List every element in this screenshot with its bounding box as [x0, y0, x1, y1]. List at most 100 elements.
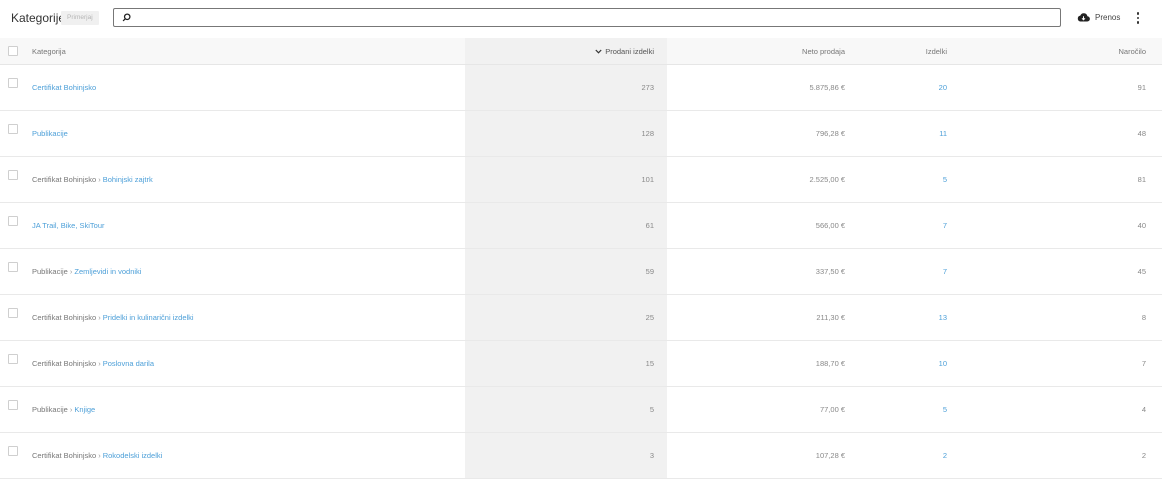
sold-cell: 273	[465, 64, 667, 111]
products-link[interactable]: 13	[939, 313, 947, 322]
category-link[interactable]: Poslovna darila	[103, 359, 154, 368]
net-sales-cell: 2.525,00 €	[667, 156, 857, 203]
sort-descending-icon	[595, 49, 602, 54]
breadcrumb-separator: ›	[69, 405, 73, 414]
row-checkbox-cell	[0, 156, 22, 203]
parent-category: Publikacije	[32, 405, 68, 414]
breadcrumb-separator: ›	[98, 175, 101, 184]
table-header-row: Kategorija Prodani izdelki Neto prodaja …	[0, 38, 1162, 65]
products-link[interactable]: 10	[939, 359, 947, 368]
orders-cell: 8	[997, 294, 1162, 341]
column-header-products[interactable]: Izdelki	[857, 38, 997, 65]
category-cell: Certifikat Bohinjsko › Poslovna darila	[22, 340, 465, 387]
category-link[interactable]: Publikacije	[32, 129, 68, 138]
table-row: Publikacije › Knjige 5 77,00 € 5 4	[0, 386, 1162, 433]
products-link[interactable]: 2	[943, 451, 947, 460]
net-sales-cell: 211,30 €	[667, 294, 857, 341]
export-button[interactable]: Prenos	[1077, 12, 1120, 22]
products-cell: 11	[857, 110, 997, 157]
select-all-checkbox[interactable]	[8, 46, 18, 56]
parent-category: Certifikat Bohinjsko	[32, 451, 97, 460]
breadcrumb-separator: ›	[98, 451, 101, 460]
row-checkbox-cell	[0, 248, 22, 295]
row-checkbox[interactable]	[8, 353, 18, 364]
row-checkbox-cell	[0, 202, 22, 249]
products-cell: 13	[857, 294, 997, 341]
net-sales-cell: 77,00 €	[667, 386, 857, 433]
row-checkbox[interactable]	[8, 77, 18, 88]
page-title: Kategorije	[11, 11, 66, 25]
sold-cell: 3	[465, 432, 667, 479]
parent-category: Publikacije	[32, 267, 68, 276]
products-link[interactable]: 20	[939, 83, 947, 92]
category-link[interactable]: Rokodelski izdelki	[103, 451, 163, 460]
table-row: Certifikat Bohinjsko 273 5.875,86 € 20 9…	[0, 64, 1162, 111]
orders-cell: 7	[997, 340, 1162, 387]
table-row: Certifikat Bohinjsko › Pridelki in kulinar…	[0, 294, 1162, 341]
categories-table: Kategorija Prodani izdelki Neto prodaja …	[0, 38, 1162, 479]
compare-button[interactable]: Primerjaj	[61, 11, 99, 25]
column-header-sold[interactable]: Prodani izdelki	[465, 38, 667, 65]
column-header-orders[interactable]: Naročilo	[997, 38, 1162, 65]
category-cell: Certifikat Bohinjsko › Rokodelski izdelki	[22, 432, 465, 479]
orders-cell: 91	[997, 64, 1162, 111]
net-sales-cell: 337,50 €	[667, 248, 857, 295]
parent-category: Certifikat Bohinjsko	[32, 175, 97, 184]
products-link[interactable]: 7	[943, 267, 947, 276]
net-sales-cell: 5.875,86 €	[667, 64, 857, 111]
products-link[interactable]: 11	[939, 129, 947, 138]
products-cell: 10	[857, 340, 997, 387]
category-link[interactable]: Certifikat Bohinjsko	[32, 83, 96, 92]
table-row: Publikacije 128 796,28 € 11 48	[0, 110, 1162, 157]
search-input[interactable]	[136, 10, 1040, 27]
net-sales-cell: 107,28 €	[667, 432, 857, 479]
products-link[interactable]: 7	[943, 221, 947, 230]
row-checkbox-cell	[0, 432, 22, 479]
category-cell: Certifikat Bohinjsko	[22, 64, 465, 111]
select-all-checkbox-cell	[0, 38, 22, 65]
breadcrumb-separator: ›	[69, 267, 73, 276]
category-cell: Certifikat Bohinjsko › Bohinjski zajtrk	[22, 156, 465, 203]
orders-cell: 81	[997, 156, 1162, 203]
row-checkbox[interactable]	[8, 261, 18, 272]
row-checkbox-cell	[0, 386, 22, 433]
table-row: JA Trail, Bike, SkiTour 61 566,00 € 7 40	[0, 202, 1162, 249]
sold-cell: 5	[465, 386, 667, 433]
search-icon	[122, 13, 131, 22]
top-bar: Kategorije Primerjaj Prenos	[0, 0, 1162, 39]
row-checkbox-cell	[0, 340, 22, 387]
products-link[interactable]: 5	[943, 405, 947, 414]
category-link[interactable]: Pridelki in kulinarični izdelki	[103, 313, 194, 322]
row-checkbox-cell	[0, 64, 22, 111]
net-sales-cell: 188,70 €	[667, 340, 857, 387]
category-link[interactable]: Zemljevidi in vodniki	[74, 267, 141, 276]
breadcrumb-separator: ›	[98, 313, 101, 322]
category-cell: Publikacije › Zemljevidi in vodniki	[22, 248, 465, 295]
orders-cell: 45	[997, 248, 1162, 295]
row-checkbox[interactable]	[8, 169, 18, 180]
row-checkbox[interactable]	[8, 445, 18, 456]
category-cell: JA Trail, Bike, SkiTour	[22, 202, 465, 249]
products-cell: 7	[857, 202, 997, 249]
sold-cell: 61	[465, 202, 667, 249]
products-cell: 7	[857, 248, 997, 295]
column-header-net[interactable]: Neto prodaja	[667, 38, 857, 65]
category-link[interactable]: JA Trail, Bike, SkiTour	[32, 221, 105, 230]
products-link[interactable]: 5	[943, 175, 947, 184]
sold-cell: 128	[465, 110, 667, 157]
cloud-download-icon	[1077, 13, 1090, 22]
row-checkbox[interactable]	[8, 399, 18, 410]
net-sales-cell: 566,00 €	[667, 202, 857, 249]
row-checkbox-cell	[0, 110, 22, 157]
row-checkbox[interactable]	[8, 123, 18, 134]
column-header-category[interactable]: Kategorija	[22, 38, 465, 65]
category-link[interactable]: Bohinjski zajtrk	[103, 175, 153, 184]
table-row: Publikacije › Zemljevidi in vodniki 59 337…	[0, 248, 1162, 295]
category-link[interactable]: Knjige	[74, 405, 95, 414]
products-cell: 5	[857, 386, 997, 433]
table-row: Certifikat Bohinjsko › Poslovna darila 15 …	[0, 340, 1162, 387]
more-options-icon[interactable]	[1133, 10, 1143, 28]
row-checkbox[interactable]	[8, 307, 18, 318]
search-box[interactable]	[113, 8, 1061, 27]
row-checkbox[interactable]	[8, 215, 18, 226]
